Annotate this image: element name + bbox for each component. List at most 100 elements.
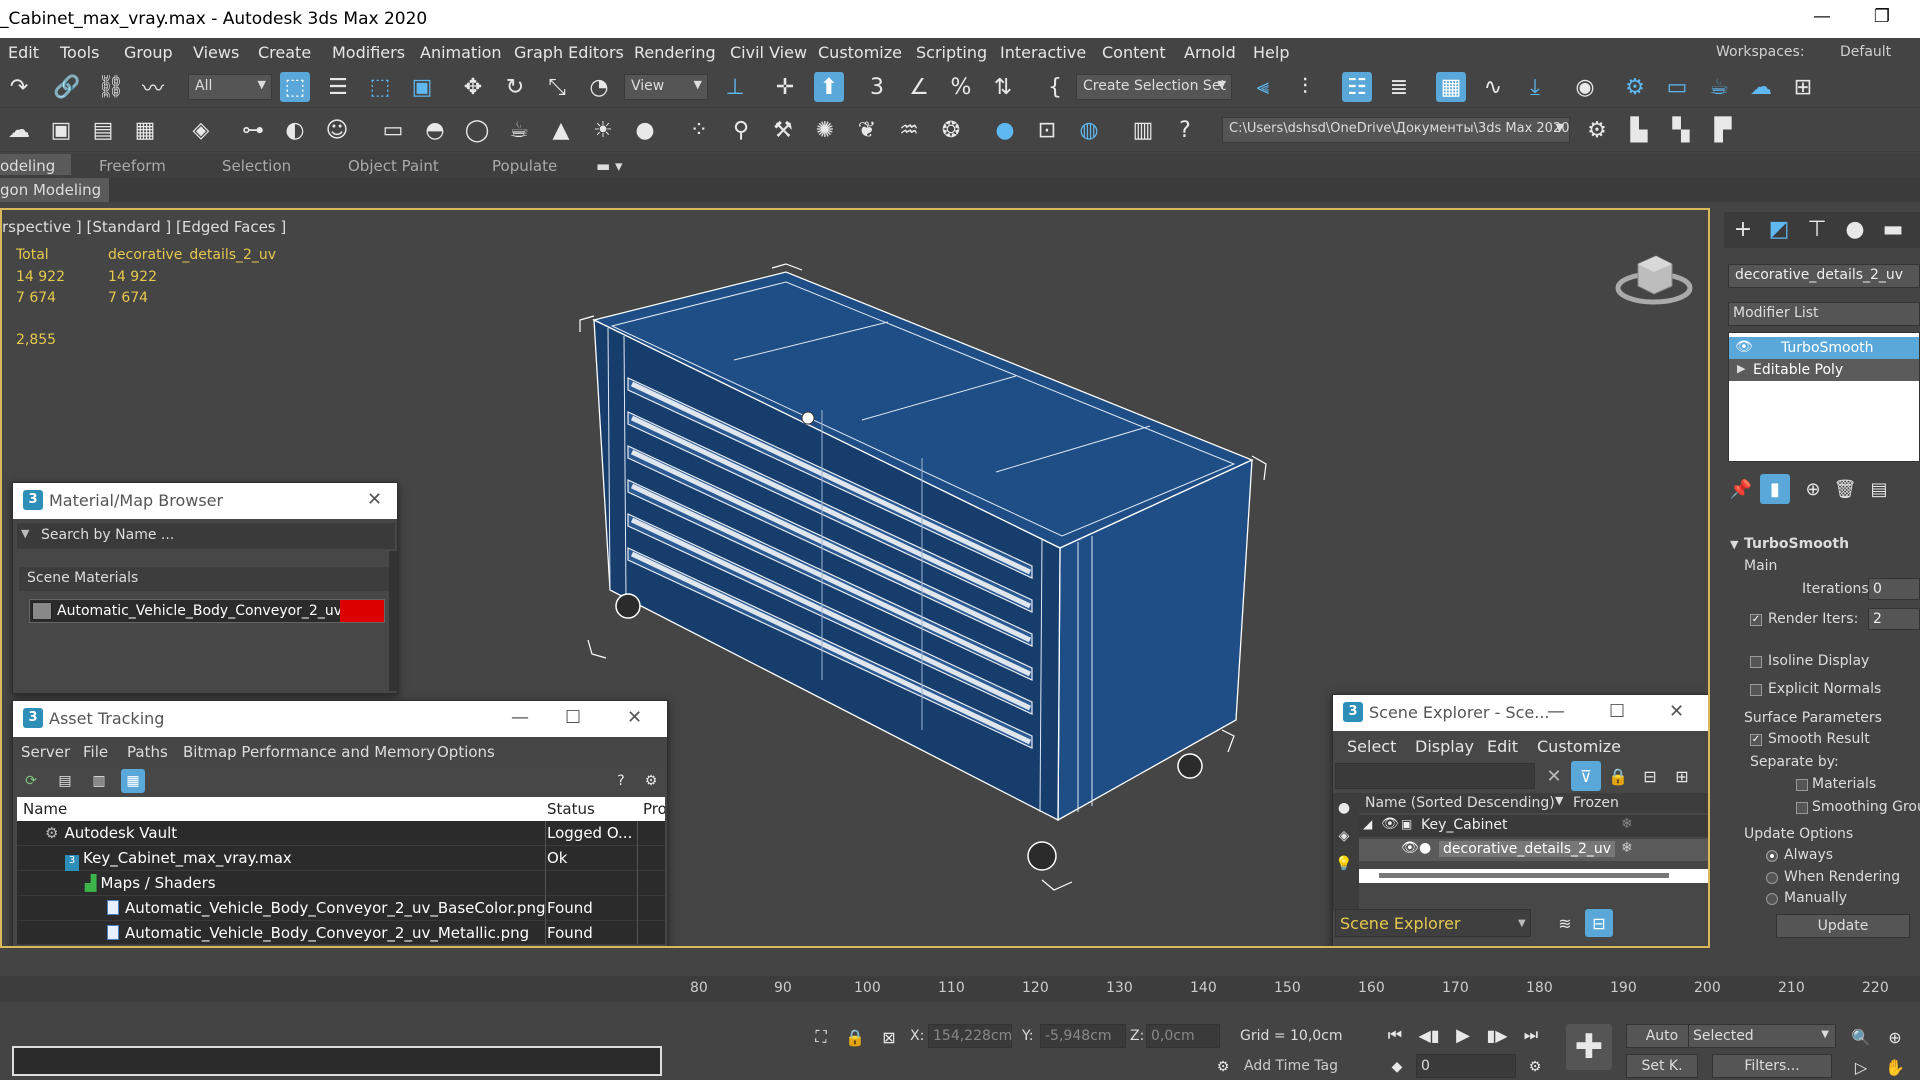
menu-modifiers[interactable]: Modifiers xyxy=(332,43,405,62)
render-in-cloud-icon[interactable]: ☁ xyxy=(1746,72,1776,102)
perspective-viewport[interactable]: rspective ] [Standard ] [Edged Faces ] T… xyxy=(0,208,1710,948)
table-row[interactable]: Automatic_Vehicle_Body_Conveyor_2_uv_Met… xyxy=(17,921,665,945)
selection-filter-dropdown[interactable]: All ▼ xyxy=(188,74,272,100)
select-object-icon[interactable]: ⬚ xyxy=(280,72,310,102)
rotate-icon[interactable]: ↻ xyxy=(500,72,530,102)
workspaces-value[interactable]: Default xyxy=(1840,44,1891,60)
sort-descending-icon[interactable]: ▼ xyxy=(1555,794,1563,807)
rollout-turbosmooth-title[interactable]: TurboSmooth xyxy=(1744,536,1849,552)
create-tab-icon[interactable]: + xyxy=(1728,214,1758,244)
refresh-icon[interactable]: ⟳ xyxy=(19,769,43,793)
character-icon[interactable]: ◐ xyxy=(280,115,310,145)
zoom-all-icon[interactable]: ⊕ xyxy=(1880,1022,1910,1052)
close-icon[interactable]: ✕ xyxy=(367,489,382,510)
select-by-name-icon[interactable]: ☰ xyxy=(323,72,353,102)
project-folder-new-icon[interactable]: ▚ xyxy=(1666,115,1696,145)
time-configuration-icon[interactable]: ⚙ xyxy=(1520,1052,1550,1080)
table-row[interactable]: 3 Key_Cabinet_max_vray.max Ok xyxy=(17,846,665,871)
menu-group[interactable]: Group xyxy=(124,43,173,62)
hair-icon[interactable]: ♒ xyxy=(894,115,924,145)
teapot-icon[interactable]: ☕ xyxy=(504,115,534,145)
freeze-icon[interactable]: ❄ xyxy=(1621,840,1633,856)
horizontal-scrollbar[interactable] xyxy=(1359,869,1708,883)
ribbon-options-icon[interactable]: ▬ ▾ xyxy=(596,157,622,175)
configure-modifier-sets-icon[interactable]: ▤ xyxy=(1864,474,1894,504)
material-search-input[interactable]: Search by Name ... xyxy=(41,527,174,543)
help-icon[interactable]: ? xyxy=(609,769,633,793)
scene-search-input[interactable] xyxy=(1335,763,1535,789)
curve-editor-icon[interactable]: ∿ xyxy=(1478,72,1508,102)
material-sphere-icon[interactable]: ● xyxy=(990,115,1020,145)
rollout-collapse-icon[interactable]: ▼ xyxy=(1730,538,1738,551)
place-icon[interactable]: ◔ xyxy=(584,72,614,102)
tree-item-decorative-details[interactable]: 👁 ● decorative_details_2_uv ❄ xyxy=(1359,839,1708,861)
current-frame-field[interactable]: 0 xyxy=(1416,1054,1516,1078)
expand-arrow-icon[interactable]: ▼ xyxy=(21,527,29,540)
filter-icon[interactable]: ⊽ xyxy=(1571,761,1601,791)
menu-views[interactable]: Views xyxy=(193,43,239,62)
bone-icon[interactable]: ⚲ xyxy=(726,115,756,145)
set-key-button[interactable]: Set K. xyxy=(1626,1054,1698,1078)
selection-lock-icon[interactable]: 🔒 xyxy=(840,1022,870,1052)
modifier-list-dropdown[interactable]: Modifier List xyxy=(1728,302,1920,326)
stack-item-editable-poly[interactable]: ▶ Editable Poly xyxy=(1729,359,1919,381)
lock-icon[interactable]: 🔒 xyxy=(1603,761,1633,791)
update-when-rendering-radio[interactable] xyxy=(1766,872,1778,884)
material-editor-icon[interactable]: ◉ xyxy=(1570,72,1600,102)
iterations-spinner[interactable]: 0 xyxy=(1868,578,1920,600)
key-filter-dropdown[interactable]: Selected ▼ xyxy=(1688,1024,1836,1048)
a360-gallery-icon[interactable]: ⊞ xyxy=(1788,72,1818,102)
isoline-display-checkbox[interactable] xyxy=(1750,656,1762,668)
align-icon[interactable]: ⫶ xyxy=(1290,72,1320,102)
key-mode-icon[interactable]: ◆ xyxy=(1382,1052,1412,1080)
spinner-snap-icon[interactable]: ⇅ xyxy=(988,72,1018,102)
list-view-icon[interactable]: ▤ xyxy=(53,769,77,793)
asset-tracking-titlebar[interactable]: 3 Asset Tracking — ☐ ✕ xyxy=(13,701,667,737)
key-filters-button[interactable]: Filters... xyxy=(1712,1054,1832,1078)
column-proxy[interactable]: Pro xyxy=(643,800,665,818)
light-icon[interactable]: ☀ xyxy=(588,115,618,145)
key-cabinet-model[interactable] xyxy=(572,260,1272,900)
menu-scripting[interactable]: Scripting xyxy=(916,43,987,62)
table-row[interactable]: Automatic_Vehicle_Body_Conveyor_2_uv_Bas… xyxy=(17,896,665,921)
menu-civil-view[interactable]: Civil View xyxy=(730,43,807,62)
minimize-icon[interactable]: — xyxy=(1547,701,1565,722)
menu-edit[interactable]: Edit xyxy=(1487,737,1518,756)
menu-arnold[interactable]: Arnold xyxy=(1184,43,1236,62)
select-manipulate-icon[interactable]: ✛ xyxy=(770,72,800,102)
display-tab-icon[interactable]: ▬ xyxy=(1878,214,1908,244)
tab-freeform[interactable]: Freeform xyxy=(99,157,166,175)
image-icon[interactable]: ▣ xyxy=(46,115,76,145)
clear-search-icon[interactable]: ✕ xyxy=(1539,761,1569,791)
menu-server[interactable]: Server xyxy=(21,743,70,761)
isolate-selection-icon[interactable]: ⛶ xyxy=(806,1022,836,1052)
cylinder-icon[interactable]: ◯ xyxy=(462,115,492,145)
particles-icon[interactable]: ⁘ xyxy=(684,115,714,145)
close-icon[interactable]: ✕ xyxy=(1669,701,1684,722)
tab-modeling[interactable]: odeling xyxy=(0,154,72,175)
named-selection-set-dropdown[interactable]: Create Selection Set ▼ xyxy=(1076,74,1232,100)
biped-icon[interactable]: ☺ xyxy=(322,115,352,145)
fur-icon[interactable]: ✺ xyxy=(810,115,840,145)
absolute-mode-icon[interactable]: ⊠ xyxy=(874,1022,904,1052)
geometry-icon[interactable]: ⚒ xyxy=(768,115,798,145)
help-icon[interactable]: ? xyxy=(1170,115,1200,145)
angle-snap-icon[interactable]: ∠ xyxy=(904,72,934,102)
menu-content[interactable]: Content xyxy=(1102,43,1166,62)
rectangular-selection-icon[interactable]: ⬚ xyxy=(365,72,395,102)
toggle-ribbon-icon[interactable]: ▦ xyxy=(1436,72,1466,102)
display-geometry-icon[interactable]: ◈ xyxy=(1331,823,1357,849)
minimize-button[interactable]: — xyxy=(1802,6,1842,32)
motion-tab-icon[interactable]: ● xyxy=(1840,214,1870,244)
collapse-arrow-icon[interactable]: ◢ xyxy=(1363,817,1372,831)
render-iters-spinner[interactable]: 2 xyxy=(1868,608,1920,630)
separate-materials-checkbox[interactable] xyxy=(1796,779,1808,791)
close-icon[interactable]: ✕ xyxy=(627,707,642,728)
display-lights-icon[interactable]: 💡 xyxy=(1331,851,1357,877)
cone-icon[interactable]: ▲ xyxy=(546,115,576,145)
bind-spacewarp-icon[interactable]: 〰 xyxy=(138,72,168,102)
menu-paths[interactable]: Paths xyxy=(127,743,168,761)
stack-item-turbosmooth[interactable]: 👁 TurboSmooth xyxy=(1729,337,1919,359)
menu-edit[interactable]: Edit xyxy=(8,43,39,62)
freeze-icon[interactable]: ❄ xyxy=(1621,816,1633,832)
